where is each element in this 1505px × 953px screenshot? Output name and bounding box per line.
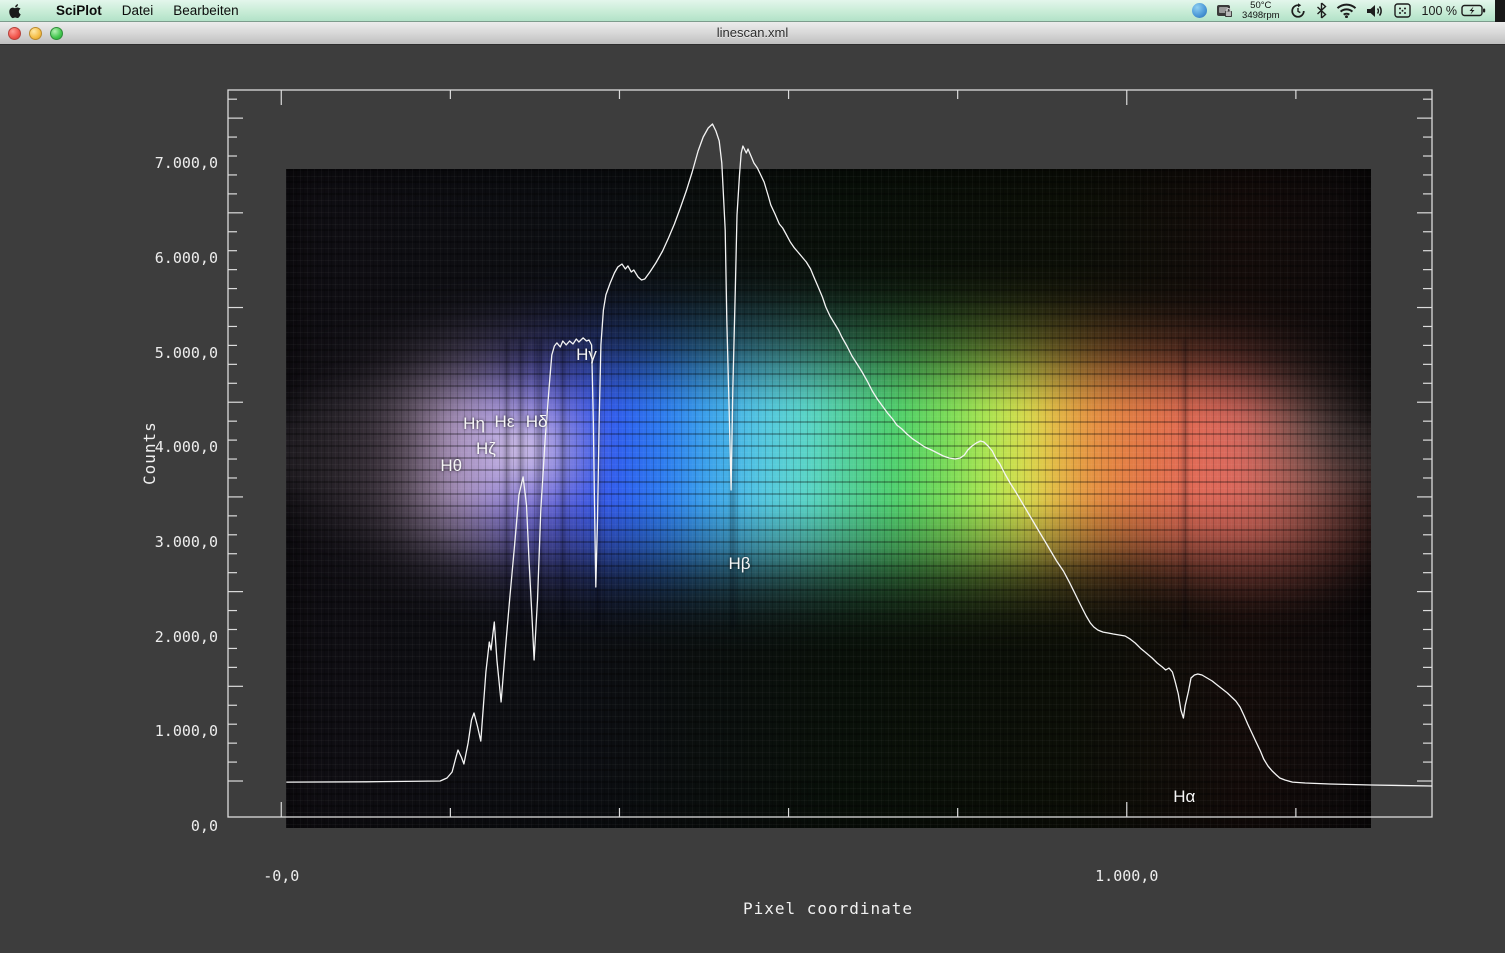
- balmer-line-label-ε: Hε: [495, 412, 515, 432]
- y-tick-label: 2.000,0: [155, 628, 218, 646]
- blue-sphere-icon: [1192, 3, 1207, 18]
- balmer-line-label-α: Hα: [1173, 787, 1195, 807]
- x-axis-title: Pixel coordinate: [595, 899, 1061, 918]
- display-lock-icon: [1216, 3, 1233, 19]
- bluetooth-menu-extra[interactable]: [1316, 2, 1327, 19]
- hardware-monitor-menu-extra[interactable]: 50°C 3498rpm: [1242, 1, 1280, 20]
- y-tick-label: 5.000,0: [155, 344, 218, 362]
- battery-icon: [1461, 4, 1486, 17]
- balmer-line-label-ζ: Hζ: [476, 439, 496, 459]
- bluetooth-icon: [1316, 2, 1327, 19]
- balmer-line-label-γ: Hγ: [576, 345, 597, 365]
- wifi-icon: [1336, 3, 1357, 18]
- y-tick-label: 6.000,0: [155, 249, 218, 267]
- volume-icon: [1366, 3, 1385, 19]
- time-machine-icon: [1289, 2, 1307, 20]
- y-tick-label: 7.000,0: [155, 154, 218, 172]
- y-tick-label: 4.000,0: [155, 438, 218, 456]
- balmer-line-label-δ: Hδ: [526, 412, 548, 432]
- wifi-menu-extra[interactable]: [1336, 3, 1357, 18]
- window-title: linescan.xml: [0, 25, 1505, 40]
- clipped-menu-extra[interactable]: [1495, 0, 1505, 22]
- battery-percentage: 100 %: [1422, 4, 1457, 18]
- menu-item-datei[interactable]: Datei: [112, 0, 164, 22]
- apple-menu[interactable]: [8, 3, 38, 19]
- menu-bar: SciPlot Datei Bearbeiten 50°C 3498rpm: [0, 0, 1505, 22]
- apple-icon: [8, 3, 22, 19]
- balmer-line-label-β: Hβ: [728, 554, 750, 574]
- keyboard-viewer-menu-extra[interactable]: [1394, 3, 1411, 18]
- noise-columns-overlay: [286, 169, 1371, 828]
- window-title-bar[interactable]: linescan.xml: [0, 22, 1505, 45]
- keyboard-viewer-icon: [1394, 3, 1411, 18]
- y-tick-label: 1.000,0: [155, 722, 218, 740]
- menu-item-app[interactable]: SciPlot: [46, 0, 112, 22]
- time-machine-menu-extra[interactable]: [1289, 2, 1307, 20]
- plot-window-content[interactable]: 0,0 1.000,0 2.000,0 3.000,0 4.000,0 5.000,0 6.…: [0, 45, 1505, 953]
- display-lock-menu-extra[interactable]: [1216, 3, 1233, 19]
- y-tick-label: 0,0: [191, 817, 218, 835]
- y-tick-label: 3.000,0: [155, 533, 218, 551]
- menu-item-bearbeiten[interactable]: Bearbeiten: [163, 0, 248, 22]
- spectrum-image: [286, 169, 1371, 828]
- battery-menu-extra[interactable]: 100 %: [1420, 4, 1486, 18]
- fan-speed: 3498rpm: [1242, 11, 1280, 21]
- balmer-line-label-η: Hη: [463, 414, 485, 434]
- volume-menu-extra[interactable]: [1366, 3, 1385, 19]
- x-tick-label: -0,0: [221, 867, 341, 885]
- balmer-line-label-θ: Hθ: [440, 456, 462, 476]
- y-axis-title: Counts: [140, 421, 159, 485]
- x-tick-label: 1.000,0: [1067, 867, 1187, 885]
- menu-bar-status-area: 50°C 3498rpm: [1192, 0, 1505, 22]
- blue-sphere-menu-extra[interactable]: [1192, 3, 1207, 18]
